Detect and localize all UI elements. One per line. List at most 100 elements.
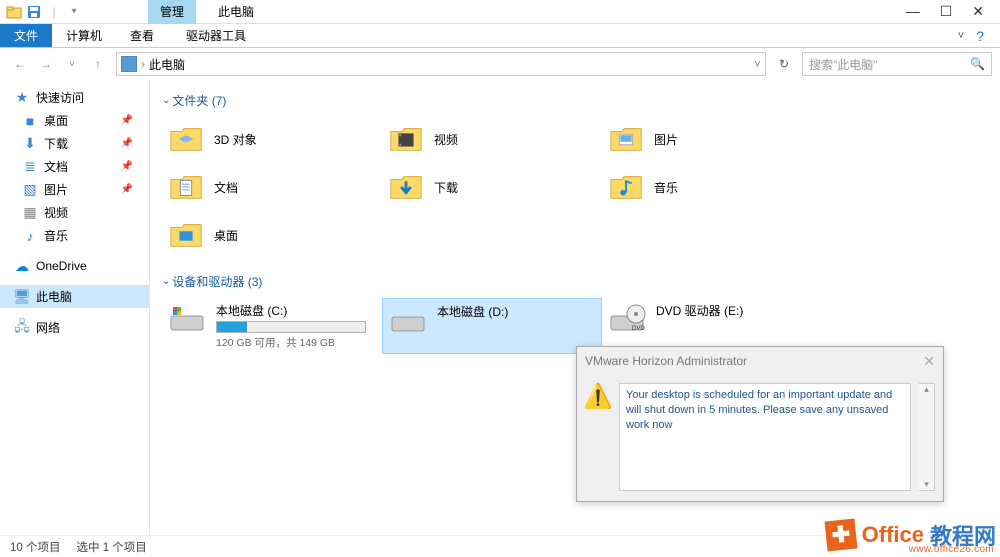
pc-icon [121,56,137,72]
nav-label: 网络 [36,319,60,336]
back-button[interactable]: ← [8,52,32,76]
cloud-icon: ☁ [14,258,30,274]
addr-dropdown-icon[interactable]: ˅ [754,57,761,71]
folder-icon [168,169,204,205]
search-placeholder: 搜索"此电脑" [809,56,878,73]
drive-c[interactable]: 本地磁盘 (C:) 120 GB 可用，共 149 GB [162,298,382,354]
refresh-button[interactable]: ↻ [772,57,796,71]
network-node[interactable]: 🖧 网络 [0,316,149,339]
scrollbar[interactable]: ▴▾ [919,383,935,491]
address-text: 此电脑 [149,56,185,73]
address-bar[interactable]: › 此电脑 ˅ [116,52,766,76]
window-title: 此电脑 [206,0,266,24]
search-box[interactable]: 搜索"此电脑" 🔍 [802,52,992,76]
folder-documents[interactable]: 文档 [162,165,382,209]
nav-label: OneDrive [36,259,87,273]
context-tabs: 管理 此电脑 [148,0,266,24]
folder-icon [388,121,424,157]
star-icon: ★ [14,90,30,106]
sidebar-music[interactable]: ♪ 音乐 [0,224,149,247]
file-tab[interactable]: 文件 [0,24,52,47]
item-count: 10 个项目 [10,539,61,555]
folder-desktop[interactable]: 桌面 [162,213,382,257]
network-icon: 🖧 [14,320,30,336]
drive-tools-tab[interactable]: 驱动器工具 [168,24,264,47]
scroll-up-icon[interactable]: ▴ [924,384,929,395]
folder-label: 文档 [214,179,238,196]
folder-pictures[interactable]: 图片 [602,117,822,161]
ribbon: 文件 计算机 查看 驱动器工具 ˅ ? [0,24,1000,48]
forward-button[interactable]: → [34,52,58,76]
watermark-icon: ✚ [824,519,857,552]
dialog-close-button[interactable]: ✕ [923,353,935,370]
folder-icon [168,217,204,253]
folder-music[interactable]: 音乐 [602,165,822,209]
drives-section-header[interactable]: ⌄ 设备和驱动器 (3) [162,273,988,290]
scroll-down-icon[interactable]: ▾ [924,479,929,490]
nav-label: 下载 [44,135,68,152]
drive-label: 本地磁盘 (D:) [437,303,595,320]
folders-grid: 3D 对象 视频 图片 文档 下载 音乐 [162,117,988,257]
pin-icon: 📌 [121,161,133,172]
sidebar-documents[interactable]: ≣ 文档 📌 [0,155,149,178]
watermark-url: www.office26.com [909,544,994,555]
download-icon: ⬇ [22,136,38,152]
address-row: ← → ˅ ↑ › 此电脑 ˅ ↻ 搜索"此电脑" 🔍 [0,48,1000,80]
manage-context-tab[interactable]: 管理 [148,0,196,24]
dialog-title-bar[interactable]: VMware Horizon Administrator ✕ [577,347,943,375]
folder-label: 下载 [434,179,458,196]
save-icon[interactable] [26,4,42,20]
minimize-button[interactable]: — [906,3,920,20]
maximize-button[interactable]: ☐ [940,3,953,20]
folder-label: 视频 [434,131,458,148]
search-icon[interactable]: 🔍 [970,57,985,71]
divider-icon: | [46,4,62,20]
folder-3d-objects[interactable]: 3D 对象 [162,117,382,161]
folder-icon [6,4,22,20]
nav-label: 音乐 [44,227,68,244]
folder-label: 音乐 [654,179,678,196]
up-button[interactable]: ↑ [86,52,110,76]
folders-section-header[interactable]: ⌄ 文件夹 (7) [162,92,988,109]
this-pc-node[interactable]: 🖥 此电脑 [0,285,149,308]
nav-label: 图片 [44,181,68,198]
dropdown-icon[interactable]: ▾ [66,4,82,20]
computer-tab[interactable]: 计算机 [52,24,116,47]
drive-d[interactable]: 本地磁盘 (D:) [382,298,602,354]
video-icon: ▦ [22,205,38,221]
navigation-pane: ★ 快速访问 ■ 桌面 📌 ⬇ 下载 📌 ≣ 文档 📌 ▧ 图片 📌 ▦ 视频 [0,80,150,535]
svg-text:DVD: DVD [632,326,645,332]
nav-label: 文档 [44,158,68,175]
folder-icon [608,121,644,157]
section-label: 文件夹 (7) [172,92,226,109]
onedrive-node[interactable]: ☁ OneDrive [0,255,149,277]
chevron-down-icon: ⌄ [162,276,170,287]
sidebar-downloads[interactable]: ⬇ 下载 📌 [0,132,149,155]
folder-icon [168,121,204,157]
notification-dialog: VMware Horizon Administrator ✕ ⚠️ Your d… [576,346,944,502]
sidebar-desktop[interactable]: ■ 桌面 📌 [0,109,149,132]
window-controls: — ☐ ✕ [906,3,1000,20]
folder-videos[interactable]: 视频 [382,117,602,161]
folder-label: 3D 对象 [214,131,257,148]
help-icon[interactable]: ? [976,28,984,44]
nav-label: 桌面 [44,112,68,129]
folder-downloads[interactable]: 下载 [382,165,602,209]
recent-dropdown[interactable]: ˅ [60,52,84,76]
drive-label: DVD 驱动器 (E:) [656,302,816,319]
close-button[interactable]: ✕ [972,3,984,20]
sidebar-pictures[interactable]: ▧ 图片 📌 [0,178,149,201]
nav-label: 视频 [44,204,68,221]
ribbon-expand-icon[interactable]: ˅ [958,30,964,42]
drive-status: 120 GB 可用，共 149 GB [216,335,376,350]
desktop-icon: ■ [22,113,38,129]
dvd-icon: DVD [608,302,646,340]
sidebar-videos[interactable]: ▦ 视频 [0,201,149,224]
section-label: 设备和驱动器 (3) [172,273,262,290]
dialog-message: Your desktop is scheduled for an importa… [619,383,911,491]
nav-label: 此电脑 [36,288,72,305]
disk-icon [168,302,206,340]
view-tab[interactable]: 查看 [116,24,168,47]
music-icon: ♪ [22,228,38,244]
quick-access-node[interactable]: ★ 快速访问 [0,86,149,109]
